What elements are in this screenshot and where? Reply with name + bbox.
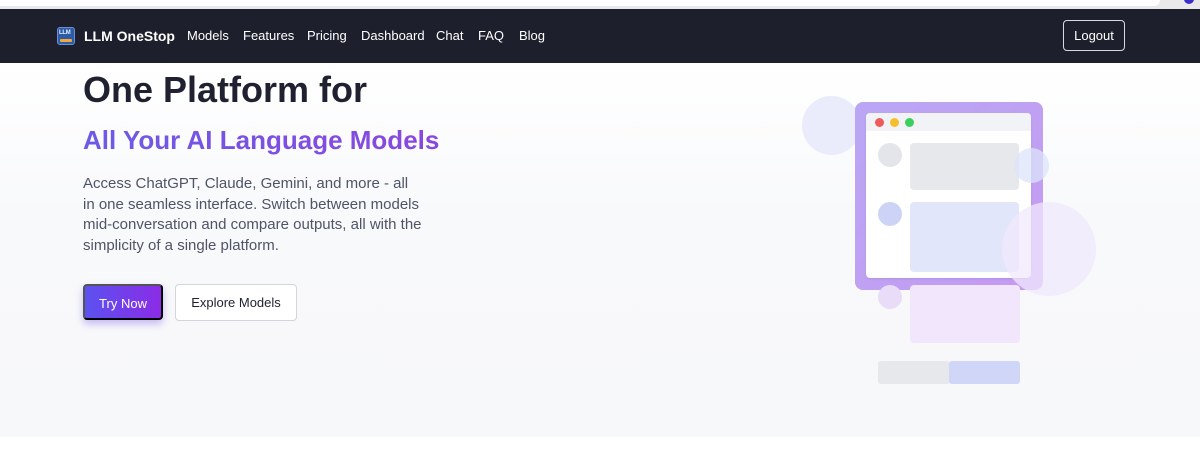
- nav-link-pricing[interactable]: Pricing: [307, 27, 347, 45]
- nav-link-models[interactable]: Models: [187, 27, 229, 45]
- nav-link-features[interactable]: Features: [243, 27, 294, 45]
- logout-button[interactable]: Logout: [1063, 20, 1125, 51]
- logo-text: LLM: [59, 30, 71, 36]
- navbar: LLM LLM OneStop Models Features Pricing …: [0, 9, 1200, 63]
- llm-logo-icon[interactable]: LLM: [57, 27, 75, 45]
- nav-link-dashboard[interactable]: Dashboard: [361, 27, 425, 45]
- nav-link-faq[interactable]: FAQ: [478, 27, 504, 45]
- nav-link-chat[interactable]: Chat: [436, 27, 463, 45]
- hero-title: One Platform for: [83, 69, 368, 110]
- explore-models-button[interactable]: Explore Models: [175, 284, 297, 321]
- brand-name[interactable]: LLM OneStop: [84, 27, 175, 45]
- hero-subtitle: All Your AI Language Models: [83, 125, 440, 155]
- nav-link-blog[interactable]: Blog: [519, 27, 545, 45]
- browser-corner-indicator: [1184, 0, 1194, 4]
- hero-description: Access ChatGPT, Claude, Gemini, and more…: [83, 175, 422, 254]
- browser-top-strip: [0, 0, 1200, 9]
- try-now-button[interactable]: Try Now: [83, 284, 163, 320]
- logo-accent-bar: [60, 39, 72, 42]
- browser-top-strip-inner: [0, 0, 1160, 6]
